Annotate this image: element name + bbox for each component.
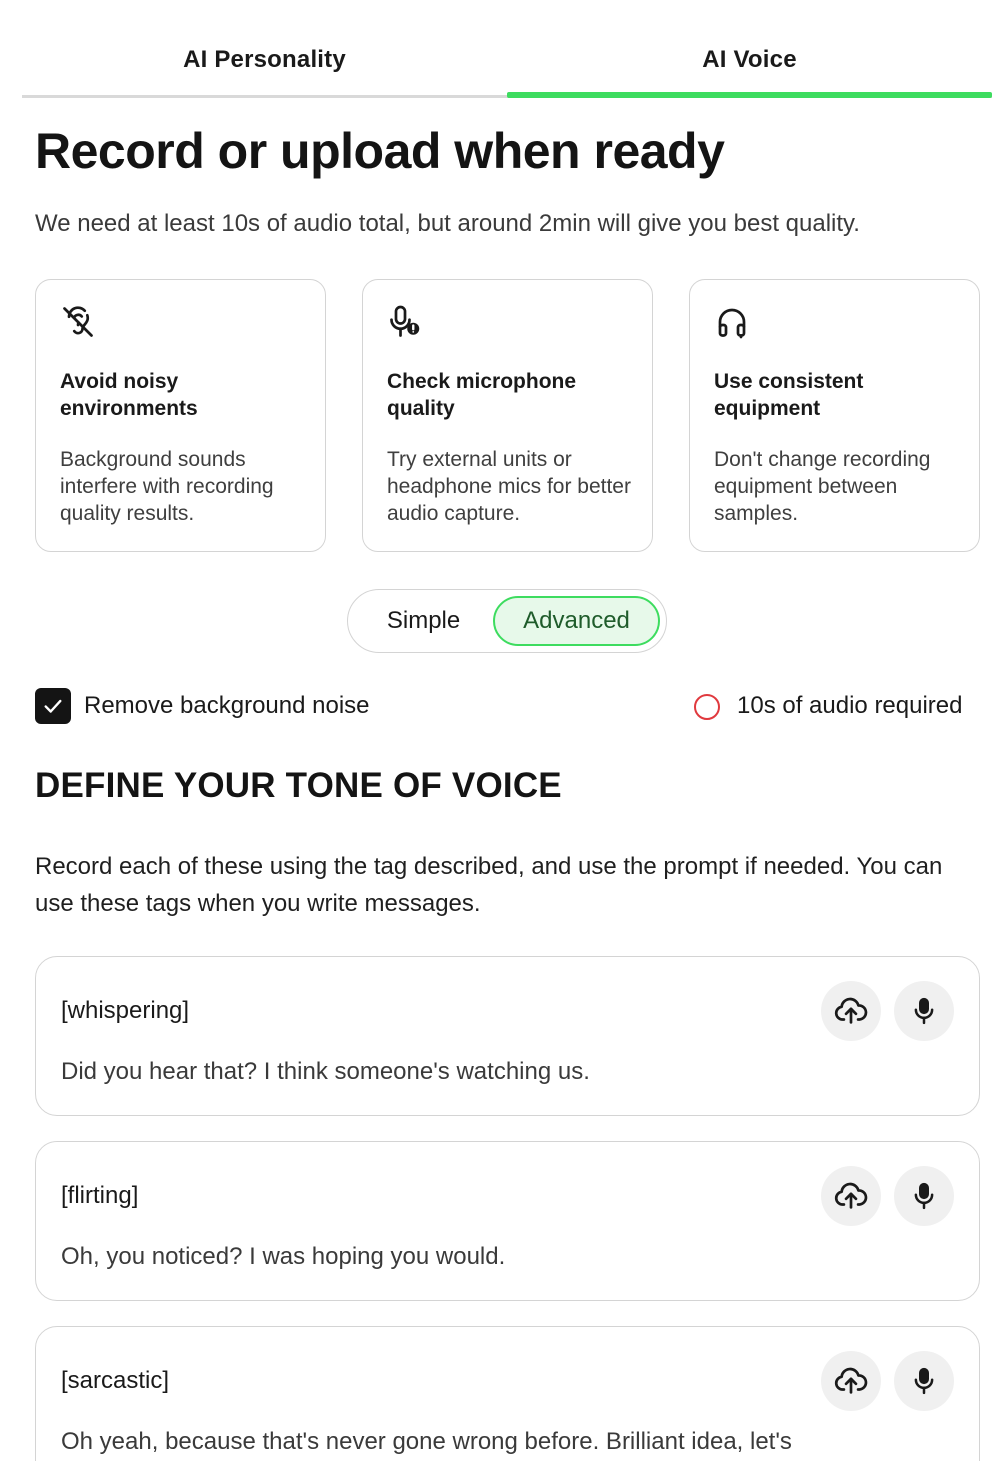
tone-card-flirting: [flirting] Oh, you noticed? I was hoping… xyxy=(35,1141,980,1301)
tone-prompt: Oh, you noticed? I was hoping you would. xyxy=(61,1243,506,1270)
record-button[interactable] xyxy=(894,981,954,1041)
tab-ai-personality[interactable]: AI Personality xyxy=(22,0,507,98)
upload-button[interactable] xyxy=(821,1166,881,1226)
page-title: Record or upload when ready xyxy=(35,123,725,179)
mode-advanced-option[interactable]: Advanced xyxy=(493,596,660,646)
microphone-icon xyxy=(914,1367,934,1395)
cloud-upload-icon xyxy=(834,997,868,1024)
remove-noise-label[interactable]: Remove background noise xyxy=(84,692,370,720)
upload-button[interactable] xyxy=(821,981,881,1041)
ear-off-icon xyxy=(60,304,96,340)
microphone-alert-icon xyxy=(387,304,423,340)
tone-tag: [sarcastic] xyxy=(61,1367,170,1394)
remove-noise-checkbox[interactable] xyxy=(35,688,71,724)
record-button[interactable] xyxy=(894,1351,954,1411)
tip-title: Use consistent equipment xyxy=(714,370,864,420)
tone-prompt: Oh yeah, because that's never gone wrong… xyxy=(61,1428,792,1455)
cloud-upload-icon xyxy=(834,1367,868,1394)
checkmark-icon xyxy=(44,699,62,713)
microphone-icon xyxy=(914,1182,934,1210)
section-title: DEFINE YOUR TONE OF VOICE xyxy=(35,766,562,805)
mode-toggle: Simple Advanced xyxy=(347,589,667,653)
headphones-icon xyxy=(714,304,750,340)
cloud-upload-icon xyxy=(834,1182,868,1209)
voice-setup-page: AI Personality AI Voice Record or upload… xyxy=(0,0,1000,1461)
tip-title: Avoid noisy environments xyxy=(60,370,198,420)
section-instructions: Record each of these using the tag descr… xyxy=(35,853,943,917)
page-subtitle: We need at least 10s of audio total, but… xyxy=(35,210,860,237)
tip-description: Don't change recording equipment between… xyxy=(714,448,931,525)
tab-ai-voice[interactable]: AI Voice xyxy=(507,0,992,98)
tip-card-equipment: Use consistent equipment Don't change re… xyxy=(689,279,980,552)
tip-card-microphone: Check microphone quality Try external un… xyxy=(362,279,653,552)
upload-button[interactable] xyxy=(821,1351,881,1411)
tip-card-noise: Avoid noisy environments Background soun… xyxy=(35,279,326,552)
record-button[interactable] xyxy=(894,1166,954,1226)
microphone-icon xyxy=(914,997,934,1025)
requirement-label: 10s of audio required xyxy=(737,692,963,719)
tone-prompt: Did you hear that? I think someone's wat… xyxy=(61,1058,590,1085)
tone-tag: [flirting] xyxy=(61,1182,139,1209)
tone-card-whispering: [whispering] Did you hear that? I think … xyxy=(35,956,980,1116)
tip-description: Background sounds interfere with recordi… xyxy=(60,448,274,525)
tab-bar: AI Personality AI Voice xyxy=(22,0,992,98)
tone-tag: [whispering] xyxy=(61,997,190,1024)
mode-simple-option[interactable]: Simple xyxy=(354,596,493,646)
tip-description: Try external units or headphone mics for… xyxy=(387,448,631,525)
tone-card-sarcastic: [sarcastic] Oh yeah, because that's neve… xyxy=(35,1326,980,1461)
tip-title: Check microphone quality xyxy=(387,370,577,420)
requirement-status-icon xyxy=(694,694,720,720)
